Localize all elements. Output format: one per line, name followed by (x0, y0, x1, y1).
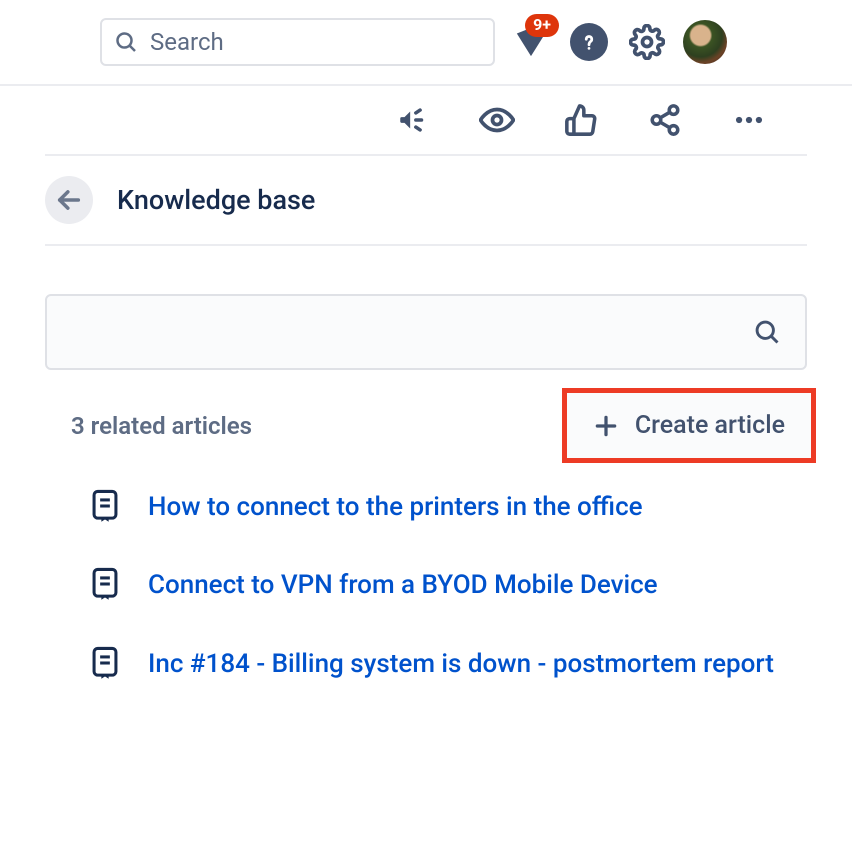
global-search-input[interactable]: Search (100, 18, 495, 66)
share-icon (648, 103, 682, 137)
back-button[interactable] (45, 176, 93, 224)
article-list: How to connect to the printers in the of… (90, 487, 807, 684)
thumbs-up-icon (564, 103, 598, 137)
search-placeholder: Search (150, 28, 224, 56)
top-bar: Search 9+ (0, 0, 852, 86)
article-link[interactable]: Connect to VPN from a BYOD Mobile Device (148, 565, 658, 605)
create-article-button[interactable]: Create article (562, 388, 816, 463)
article-icon (90, 646, 120, 680)
article-icon (90, 567, 120, 601)
article-link[interactable]: Inc #184 - Billing system is down - post… (148, 644, 774, 684)
breadcrumb: Knowledge base (45, 156, 807, 246)
more-horizontal-icon (732, 103, 766, 137)
share-button[interactable] (647, 102, 683, 138)
article-icon (90, 489, 120, 523)
create-article-label: Create article (635, 411, 785, 440)
arrow-left-icon (55, 186, 83, 214)
avatar[interactable] (683, 20, 727, 64)
announce-button[interactable] (395, 102, 431, 138)
megaphone-icon (396, 103, 430, 137)
notifications-button[interactable]: 9+ (509, 20, 553, 64)
page-title: Knowledge base (117, 184, 315, 216)
plus-icon (593, 413, 619, 439)
related-header-row: 3 related articles Create article (45, 388, 816, 463)
like-button[interactable] (563, 102, 599, 138)
article-item[interactable]: How to connect to the printers in the of… (90, 487, 807, 527)
gear-icon (629, 24, 665, 60)
action-bar (45, 86, 807, 156)
kb-search-input[interactable] (45, 294, 807, 370)
notification-badge: 9+ (525, 14, 559, 37)
search-icon (753, 318, 781, 346)
watch-button[interactable] (479, 102, 515, 138)
article-link[interactable]: How to connect to the printers in the of… (148, 487, 643, 527)
eye-icon (479, 101, 515, 139)
article-item[interactable]: Connect to VPN from a BYOD Mobile Device (90, 565, 807, 605)
help-button[interactable] (567, 20, 611, 64)
search-icon (114, 30, 138, 54)
article-item[interactable]: Inc #184 - Billing system is down - post… (90, 644, 807, 684)
related-count-label: 3 related articles (45, 412, 278, 440)
settings-button[interactable] (625, 20, 669, 64)
help-icon (578, 31, 600, 53)
more-actions-button[interactable] (731, 102, 767, 138)
